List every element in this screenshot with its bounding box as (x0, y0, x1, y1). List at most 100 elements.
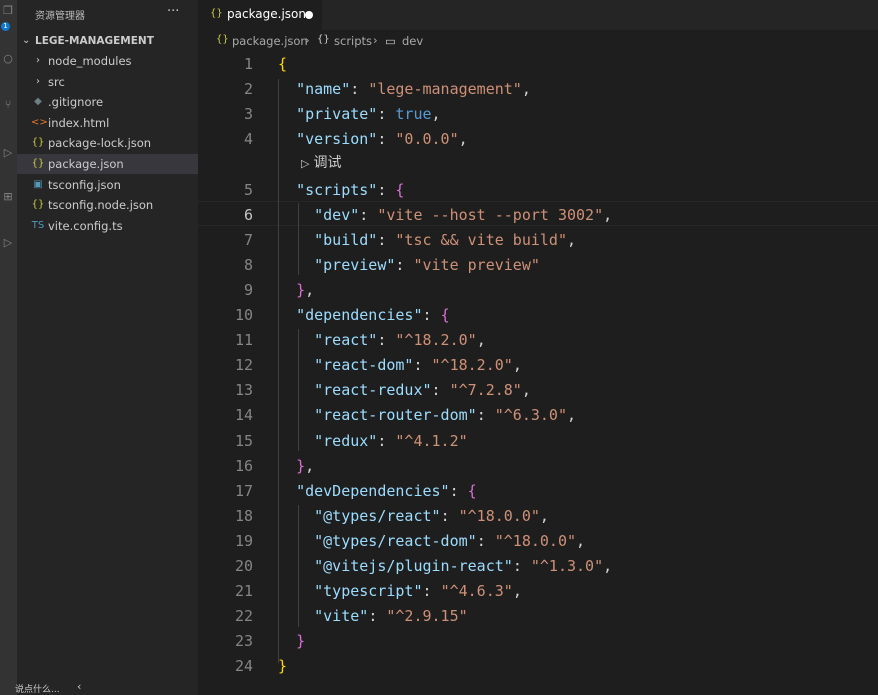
project-name: LEGE-MANAGEMENT (35, 35, 154, 47)
tree-item[interactable]: TS vite.config.ts (17, 216, 198, 236)
code-line[interactable]: "scripts": { (278, 178, 404, 203)
line-number: 4 (243, 130, 253, 149)
code-line[interactable]: { (278, 52, 287, 77)
tree-item[interactable]: {} tsconfig.node.json (17, 195, 198, 215)
code-line[interactable]: "react-dom": "^18.2.0", (278, 353, 522, 378)
chevron-right-icon: › (36, 55, 40, 66)
remote-explorer-icon[interactable]: ▷ (1, 236, 15, 250)
code-line[interactable]: "name": "lege-management", (278, 77, 531, 102)
code-line[interactable]: "vite": "^2.9.15" (278, 604, 468, 629)
line-number: 11 (234, 331, 253, 350)
tree-item[interactable]: › src (17, 72, 198, 92)
code-line[interactable]: "private": true, (278, 102, 441, 127)
code-line[interactable]: }, (278, 278, 314, 303)
code-line[interactable]: "@types/react": "^18.0.0", (278, 504, 549, 529)
tree-item[interactable]: <> index.html (17, 113, 198, 133)
search-icon[interactable]: ○ (1, 52, 15, 66)
line-number: 17 (234, 481, 253, 500)
more-actions-icon[interactable]: ··· (167, 4, 179, 19)
tree-item-label: package-lock.json (48, 136, 152, 151)
tab-package-json[interactable]: {} package.json (198, 0, 322, 30)
tab-bar: {} package.json (198, 0, 878, 30)
tab-label: package.json (227, 7, 307, 21)
code-line[interactable]: "devDependencies": { (278, 479, 477, 504)
code-line[interactable]: } (278, 654, 287, 679)
run-debug-icon[interactable]: ▷ (1, 146, 15, 160)
tree-item-label: package.json (48, 157, 124, 171)
line-number: 14 (234, 406, 253, 425)
line-number: 23 (234, 632, 253, 651)
tree-item-label: tsconfig.json (48, 177, 121, 192)
tree-item[interactable]: › node_modules (17, 51, 198, 71)
project-root-folder[interactable]: ⌄ LEGE-MANAGEMENT (17, 31, 198, 51)
code-line[interactable]: "typescript": "^4.6.3", (278, 579, 522, 604)
code-line[interactable]: "preview": "vite preview" (278, 253, 540, 278)
html-icon: <> (31, 116, 48, 128)
tree-item[interactable]: ▣ tsconfig.json (17, 175, 198, 195)
line-number: 18 (234, 506, 253, 525)
breadcrumb-separator: › (305, 33, 310, 47)
line-number: 5 (243, 180, 253, 199)
tree-item-label: node_modules (48, 54, 132, 68)
breadcrumb-separator: › (373, 33, 378, 47)
extensions-icon[interactable]: ⊞ (1, 190, 15, 204)
line-number: 9 (243, 280, 253, 299)
comment-hint-text[interactable]: 说点什么... (15, 682, 60, 695)
breadcrumb-dev[interactable]: dev (402, 34, 423, 48)
code-line[interactable]: "react": "^18.2.0", (278, 328, 486, 353)
breadcrumb: {} package.json › {} scripts › ▭ dev (198, 30, 878, 52)
comment-hint-bar: 说点什么... ‹ (15, 680, 198, 695)
breadcrumb-file[interactable]: package.json (232, 34, 308, 48)
tree-item[interactable]: {} package.json (17, 154, 198, 174)
explorer-sidebar: 资源管理器 ··· ⌄ LEGE-MANAGEMENT › node_module… (15, 0, 198, 695)
tree-item-label: tsconfig.node.json (48, 198, 154, 213)
back-icon[interactable]: ‹ (77, 680, 81, 693)
unsaved-dot-icon[interactable] (305, 11, 313, 19)
code-line[interactable]: "react-redux": "^7.2.8", (278, 378, 531, 403)
code-line[interactable]: "dev": "vite --host --port 3002", (278, 203, 612, 228)
tree-item[interactable]: {} package-lock.json (17, 133, 198, 153)
json-icon: {} (31, 199, 45, 211)
explorer-icon[interactable]: ❐ (1, 4, 15, 18)
debug-play-icon: ▷ (301, 157, 310, 170)
debug-codelens-label: 调试 (313, 155, 342, 171)
object-icon: {} (317, 34, 330, 45)
tree-item-label: .gitignore (48, 95, 104, 110)
code-line[interactable]: }, (278, 454, 314, 479)
code-line[interactable]: "redux": "^4.1.2" (278, 429, 468, 454)
code-line[interactable]: "react-router-dom": "^6.3.0", (278, 403, 576, 428)
debug-codelens[interactable]: ▷ 调试 (301, 152, 341, 172)
line-number: 10 (234, 306, 253, 324)
string-icon: ▭ (385, 34, 396, 48)
sidebar-title: 资源管理器 (35, 11, 85, 22)
breadcrumb-scripts[interactable]: scripts (334, 34, 372, 48)
line-number: 20 (234, 557, 253, 575)
line-number: 19 (234, 531, 253, 550)
line-number: 21 (234, 582, 253, 601)
line-number: 6 (243, 205, 253, 224)
tree-item[interactable]: ◆ .gitignore (17, 92, 198, 112)
tree-item-label: vite.config.ts (48, 218, 123, 233)
code-line[interactable]: "@types/react-dom": "^18.0.0", (278, 529, 585, 554)
line-number: 3 (243, 105, 253, 124)
line-number: 22 (234, 607, 253, 626)
code-line[interactable]: } (278, 629, 305, 654)
line-number: 13 (234, 381, 253, 400)
line-number: 7 (243, 230, 253, 249)
json-icon: {} (31, 137, 45, 149)
json-icon: {} (216, 34, 229, 45)
line-number: 24 (234, 657, 253, 676)
tree-item-label: index.html (48, 115, 110, 130)
activity-bar: ❐ 1 ○ ⑂ ▷ ⊞ ▷ (0, 0, 17, 695)
typescript-icon: TS (31, 219, 45, 231)
code-line[interactable]: "build": "tsc && vite build", (278, 228, 576, 253)
code-editor[interactable]: ▷ 调试 1 {2 "name": "lege-management", 3 "pri… (198, 52, 878, 695)
json-icon: {} (210, 8, 223, 19)
source-control-icon[interactable]: ⑂ (1, 98, 15, 112)
code-line[interactable]: "dependencies": { (278, 303, 450, 328)
code-line[interactable]: "version": "0.0.0", (278, 127, 468, 152)
code-line[interactable]: "@vitejs/plugin-react": "^1.3.0", (278, 554, 612, 579)
line-number: 2 (243, 80, 253, 99)
line-number: 15 (234, 431, 253, 450)
line-number: 8 (243, 255, 253, 274)
